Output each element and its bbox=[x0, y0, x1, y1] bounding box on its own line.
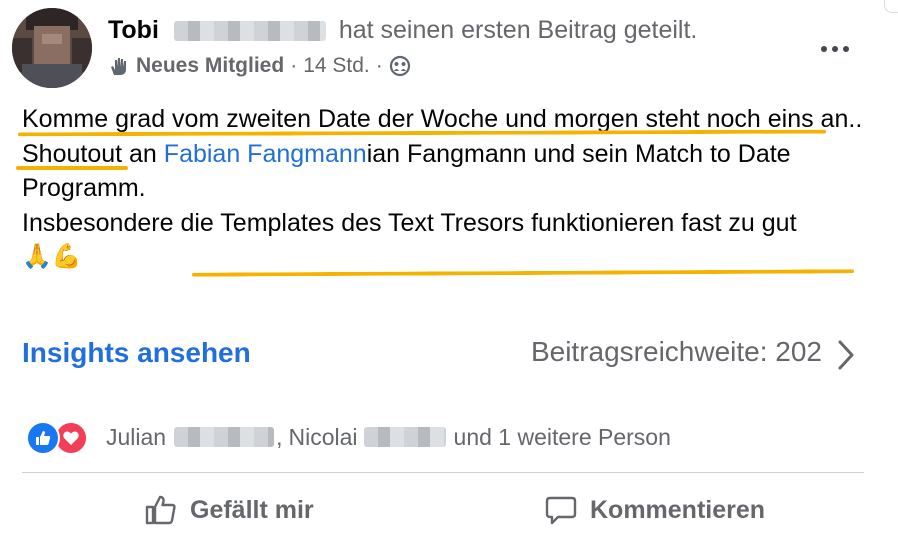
feed-post: Tobi hat seinen ersten Beitrag geteilt. … bbox=[0, 0, 898, 544]
more-options-button[interactable] bbox=[812, 34, 858, 64]
chevron-right-icon[interactable] bbox=[832, 336, 860, 374]
reaction-names: Julian , Nicolai und 1 weitere Person bbox=[106, 424, 671, 451]
comment-label: Kommentieren bbox=[590, 495, 766, 524]
redacted-surname bbox=[174, 427, 275, 447]
meta-separator: · bbox=[375, 54, 383, 77]
like-reaction-icon bbox=[26, 421, 60, 455]
comment-button[interactable]: Kommentieren bbox=[544, 488, 765, 532]
post-header-line: Tobi hat seinen ersten Beitrag geteilt. bbox=[108, 16, 697, 45]
thumbs-up-icon bbox=[145, 495, 176, 525]
group-audience-icon[interactable] bbox=[389, 55, 411, 77]
reactor-1: Julian bbox=[106, 423, 167, 450]
like-label: Gefällt mir bbox=[190, 495, 314, 524]
shoutout-prefix: Shoutout an bbox=[22, 139, 164, 168]
more-dot bbox=[843, 46, 849, 52]
post-body: Komme grad vom zweiten Date der Woche un… bbox=[22, 102, 882, 275]
mention-link[interactable]: Fabian Fangmann bbox=[164, 140, 367, 168]
avatar[interactable] bbox=[12, 8, 92, 88]
insights-link[interactable]: Insights ansehen bbox=[22, 337, 251, 369]
reactions-summary[interactable]: Julian , Nicolai und 1 weitere Person bbox=[26, 420, 671, 455]
highlight-underline bbox=[16, 166, 128, 170]
reactions-others: und 1 weitere Person bbox=[453, 423, 671, 450]
adjacent-card-edge bbox=[884, 0, 898, 13]
redacted-surname bbox=[173, 21, 326, 42]
author-action: hat seinen ersten Beitrag geteilt. bbox=[338, 16, 698, 44]
redacted-surname bbox=[363, 427, 446, 447]
more-dot bbox=[832, 46, 838, 52]
post-reach[interactable]: Beitragsreichweite: 202 bbox=[531, 336, 822, 368]
more-dot bbox=[821, 46, 827, 52]
like-button[interactable]: Gefällt mir bbox=[144, 488, 314, 532]
post-meta: Neues Mitglied · 14 Std. · bbox=[108, 54, 411, 78]
reaction-icons bbox=[26, 421, 92, 455]
body-paragraph-3: Insbesondere die Templates des Text Tres… bbox=[22, 208, 797, 237]
member-badge[interactable]: Neues Mitglied bbox=[136, 54, 284, 78]
body-paragraph-2: Shoutout an Fabian Fangmannian Fangmann … bbox=[22, 137, 882, 206]
reactor-2: Nicolai bbox=[288, 423, 358, 450]
meta-separator: · bbox=[290, 54, 298, 77]
name-separator: , bbox=[276, 423, 283, 450]
action-divider bbox=[22, 472, 864, 473]
author-name[interactable]: Tobi bbox=[108, 16, 159, 44]
post-time[interactable]: 14 Std. bbox=[303, 54, 370, 78]
waving-hand-icon bbox=[111, 58, 126, 75]
comment-bubble-icon bbox=[545, 496, 577, 525]
